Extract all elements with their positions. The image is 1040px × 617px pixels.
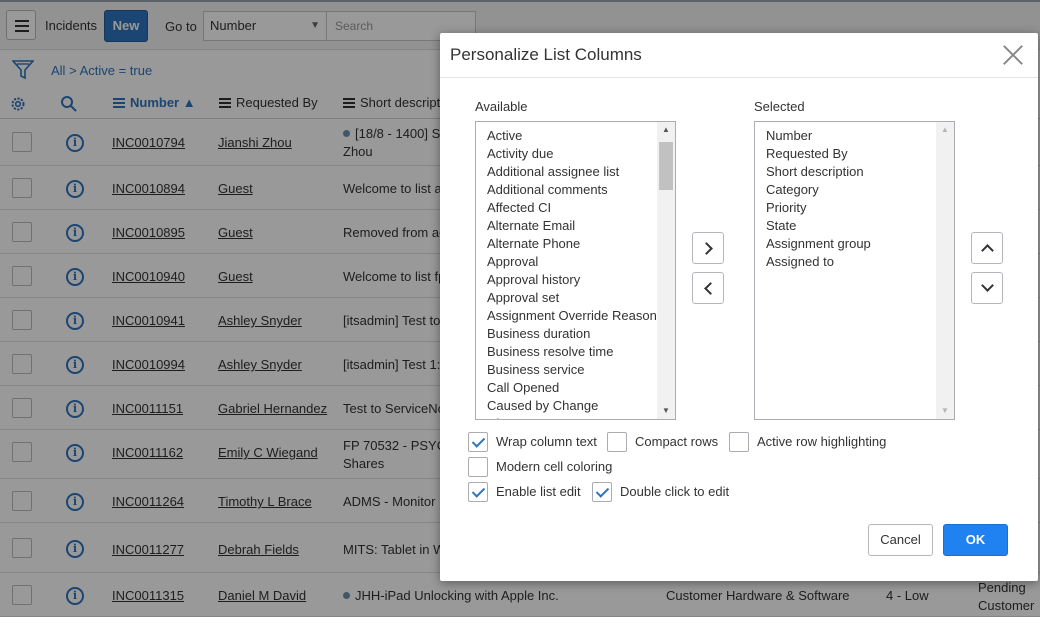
list-option[interactable]: Number bbox=[766, 127, 871, 145]
list-option[interactable]: Alternate Email bbox=[487, 217, 657, 235]
list-option[interactable]: Assignment group bbox=[766, 235, 871, 253]
modern-cell-coloring-checkbox[interactable] bbox=[468, 457, 488, 477]
list-option[interactable]: Assignment Override Reason bbox=[487, 307, 657, 325]
remove-column-button[interactable] bbox=[692, 272, 724, 304]
list-option[interactable]: State bbox=[766, 217, 871, 235]
option-label: Modern cell coloring bbox=[496, 459, 613, 474]
option-label: Enable list edit bbox=[496, 484, 581, 499]
list-option[interactable]: Business duration bbox=[487, 325, 657, 343]
scroll-down-icon[interactable]: ▼ bbox=[657, 403, 675, 419]
personalize-list-columns-dialog: Personalize List Columns Available Selec… bbox=[440, 33, 1038, 581]
move-up-button[interactable] bbox=[971, 232, 1003, 264]
list-option[interactable]: Approval bbox=[487, 253, 657, 271]
list-option[interactable]: Approval set bbox=[487, 289, 657, 307]
close-icon[interactable] bbox=[1002, 44, 1024, 66]
list-option[interactable]: Alternate Phone bbox=[487, 235, 657, 253]
option-label: Active row highlighting bbox=[757, 434, 887, 449]
move-down-button[interactable] bbox=[971, 272, 1003, 304]
cancel-button[interactable]: Cancel bbox=[868, 524, 933, 556]
scrollbar[interactable]: ▲ ▼ bbox=[936, 122, 954, 419]
list-option[interactable]: Approval history bbox=[487, 271, 657, 289]
list-option[interactable]: Caused by Change bbox=[487, 397, 657, 415]
chevron-up-icon bbox=[981, 244, 994, 257]
chevron-left-icon bbox=[704, 282, 717, 295]
list-option[interactable]: Additional assignee list bbox=[487, 163, 657, 181]
ok-button[interactable]: OK bbox=[943, 524, 1008, 556]
available-label: Available bbox=[475, 99, 528, 114]
list-option[interactable]: Requested By bbox=[766, 145, 871, 163]
list-option[interactable]: Additional comments bbox=[487, 181, 657, 199]
enable-list-edit-checkbox[interactable] bbox=[468, 482, 488, 502]
list-option[interactable]: Business service bbox=[487, 361, 657, 379]
available-columns-list[interactable]: Active Activity due Additional assignee li… bbox=[475, 121, 676, 420]
add-column-button[interactable] bbox=[692, 232, 724, 264]
scrollbar[interactable]: ▲ ▼ bbox=[657, 122, 675, 419]
list-option[interactable]: Short description bbox=[766, 163, 871, 181]
double-click-to-edit-checkbox[interactable] bbox=[592, 482, 612, 502]
list-option[interactable]: Call Opened bbox=[487, 379, 657, 397]
chevron-right-icon bbox=[700, 242, 713, 255]
dialog-header: Personalize List Columns bbox=[440, 33, 1038, 78]
selected-label: Selected bbox=[754, 99, 805, 114]
list-option[interactable]: Assigned to bbox=[766, 253, 871, 271]
list-option[interactable]: Category bbox=[766, 181, 871, 199]
list-option[interactable]: Active bbox=[487, 127, 657, 145]
list-option[interactable]: Priority bbox=[766, 199, 871, 217]
active-row-highlighting-checkbox[interactable] bbox=[729, 432, 749, 452]
list-option[interactable]: Activity due bbox=[487, 145, 657, 163]
option-label: Double click to edit bbox=[620, 484, 730, 499]
compact-rows-checkbox[interactable] bbox=[607, 432, 627, 452]
option-label: Compact rows bbox=[635, 434, 719, 449]
list-option[interactable]: Change request bbox=[487, 415, 657, 419]
list-option[interactable]: Business resolve time bbox=[487, 343, 657, 361]
dialog-title: Personalize List Columns bbox=[450, 45, 642, 64]
selected-columns-list[interactable]: Number Requested By Short description Categ… bbox=[754, 121, 955, 420]
wrap-column-text-checkbox[interactable] bbox=[468, 432, 488, 452]
chevron-down-icon bbox=[981, 279, 994, 292]
scroll-down-icon[interactable]: ▼ bbox=[936, 403, 954, 419]
scroll-thumb[interactable] bbox=[659, 142, 673, 190]
list-option[interactable]: Affected CI bbox=[487, 199, 657, 217]
scroll-up-icon[interactable]: ▲ bbox=[657, 122, 675, 138]
option-label: Wrap column text bbox=[496, 434, 597, 449]
scroll-up-icon[interactable]: ▲ bbox=[936, 122, 954, 138]
